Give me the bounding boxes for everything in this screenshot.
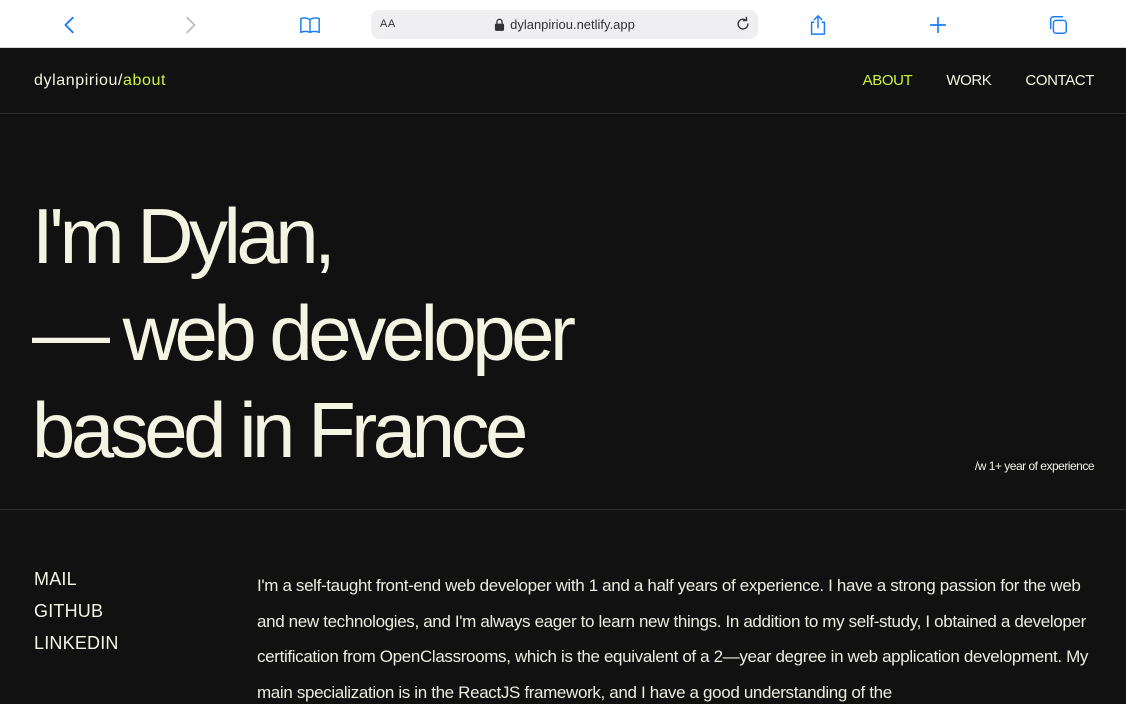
forward-button[interactable] [175, 10, 205, 40]
hero-heading-line-1: I'm Dylan, [32, 192, 336, 280]
share-button[interactable] [803, 10, 833, 40]
bio-paragraph: I'm a self-taught front-end web develope… [257, 576, 1089, 702]
address-bar[interactable]: AA dylanpiriou.netlify.app [371, 10, 758, 39]
new-tab-button[interactable] [923, 10, 953, 40]
nav-about[interactable]: ABOUT [863, 72, 913, 89]
browser-toolbar: AA dylanpiriou.netlify.app [0, 0, 1126, 48]
nav-contact[interactable]: CONTACT [1025, 72, 1094, 89]
site-logo[interactable]: dylanpiriou/about [34, 72, 166, 90]
tabs-overview-button[interactable] [1043, 10, 1073, 40]
plus-icon [929, 16, 947, 34]
linkedin-link[interactable]: LINKEDIN [34, 633, 119, 653]
hero-section: I'm Dylan, — web developer based in Fran… [0, 115, 1126, 510]
logo-main: dylanpiriou/ [34, 72, 124, 89]
github-link[interactable]: GITHUB [34, 601, 119, 621]
logo-accent: about [123, 72, 167, 89]
bookmarks-button[interactable] [295, 10, 325, 40]
book-icon [300, 17, 320, 34]
chevron-right-icon [186, 16, 196, 34]
mail-link[interactable]: MAIL [34, 569, 119, 589]
url-text: dylanpiriou.netlify.app [510, 17, 635, 32]
lock-icon [495, 18, 505, 31]
chevron-left-icon [64, 16, 74, 34]
back-button[interactable] [55, 10, 85, 40]
experience-note: /w 1+ year of experience [974, 459, 1095, 473]
share-icon [810, 15, 826, 35]
hero-heading-line-2: — web developer [32, 289, 576, 377]
hero-heading-line-3: based in France [32, 386, 528, 474]
main-nav: ABOUT WORK CONTACT [863, 72, 1095, 89]
nav-work[interactable]: WORK [946, 72, 991, 89]
tabs-icon [1049, 16, 1067, 34]
site-page: dylanpiriou/about ABOUT WORK CONTACT I'm… [0, 49, 1126, 704]
contact-links: MAIL GITHUB LINKEDIN [34, 569, 119, 653]
reload-icon[interactable] [734, 15, 752, 33]
site-header: dylanpiriou/about ABOUT WORK CONTACT [0, 49, 1126, 114]
